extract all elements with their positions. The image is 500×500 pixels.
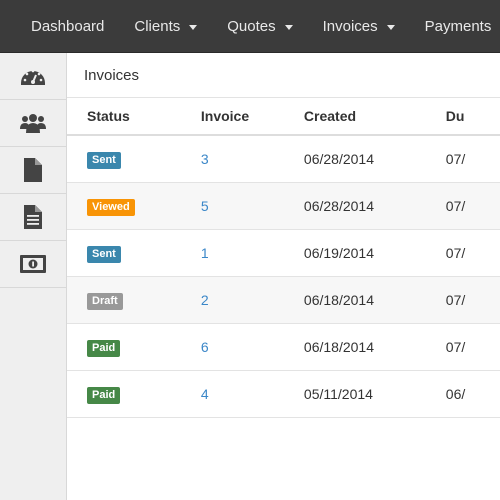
table-header: Status Invoice Created Du	[67, 98, 500, 136]
status-badge: Paid	[87, 339, 121, 357]
sidebar-item-dashboard[interactable]	[0, 53, 66, 100]
due-date: 07/	[445, 198, 466, 214]
invoice-number-link[interactable]: 6	[201, 339, 209, 355]
nav-invoices[interactable]: Invoices	[308, 0, 410, 52]
main-content: Invoices Status Invoice Created Du Sent …	[67, 53, 500, 500]
table-row[interactable]: Paid 6 06/18/2014 07/	[67, 324, 500, 371]
column-header-created[interactable]: Created	[304, 108, 446, 124]
top-navigation-bar: Dashboard Clients Quotes Invoices Paymen…	[0, 0, 500, 53]
chevron-down-icon	[386, 24, 395, 30]
created-date: 06/19/2014	[303, 245, 374, 261]
clients-users-icon	[20, 114, 46, 133]
payment-money-icon	[20, 255, 46, 273]
invoice-number-link[interactable]: 5	[201, 198, 209, 214]
invoice-number-link[interactable]: 3	[201, 151, 209, 167]
nav-invoices-label: Invoices	[322, 17, 378, 35]
status-badge: Viewed	[87, 198, 135, 216]
sidebar-item-invoices[interactable]	[0, 194, 66, 241]
status-badge: Sent	[87, 151, 121, 169]
due-date: 07/	[445, 151, 466, 167]
created-date: 05/11/2014	[303, 386, 373, 402]
nav-quotes-label: Quotes	[227, 17, 276, 35]
created-date: 06/28/2014	[303, 151, 374, 167]
due-date: 07/	[445, 245, 466, 261]
status-badge: Draft	[87, 292, 123, 310]
nav-dashboard[interactable]: Dashboard	[0, 0, 119, 52]
status-badge: Sent	[87, 245, 121, 263]
invoice-number-link[interactable]: 4	[201, 386, 209, 402]
nav-payments-label: Payments	[424, 17, 492, 35]
created-date: 06/18/2014	[303, 339, 374, 355]
status-badge: Paid	[87, 386, 121, 404]
due-date: 07/	[445, 292, 466, 308]
table-row[interactable]: Sent 1 06/19/2014 07/	[67, 230, 500, 277]
column-header-status[interactable]: Status	[67, 108, 201, 124]
dashboard-gauge-icon	[21, 69, 45, 85]
nav-dashboard-label: Dashboard	[31, 17, 105, 35]
invoice-number-link[interactable]: 1	[201, 245, 209, 261]
nav-quotes[interactable]: Quotes	[212, 0, 307, 52]
nav-clients[interactable]: Clients	[119, 0, 212, 52]
chevron-down-icon	[284, 24, 293, 30]
invoice-document-icon	[24, 205, 42, 229]
table-row[interactable]: Sent 3 06/28/2014 07/	[67, 136, 500, 183]
quote-file-icon	[24, 158, 42, 182]
column-header-invoice[interactable]: Invoice	[201, 108, 304, 124]
created-date: 06/28/2014	[303, 198, 374, 214]
sidebar-item-quotes[interactable]	[0, 147, 66, 194]
table-row[interactable]: Draft 2 06/18/2014 07/	[67, 277, 500, 324]
sidebar-item-clients[interactable]	[0, 100, 66, 147]
nav-clients-label: Clients	[134, 17, 181, 35]
invoice-number-link[interactable]: 2	[201, 292, 209, 308]
sidebar-item-payments[interactable]	[0, 241, 66, 288]
due-date: 06/	[445, 386, 466, 402]
nav-payments[interactable]: Payments	[410, 0, 500, 52]
column-header-due[interactable]: Du	[446, 108, 500, 124]
due-date: 07/	[445, 339, 466, 355]
sidebar	[0, 53, 67, 500]
page-title: Invoices	[67, 53, 500, 98]
created-date: 06/18/2014	[303, 292, 374, 308]
table-row[interactable]: Viewed 5 06/28/2014 07/	[67, 183, 500, 230]
table-row[interactable]: Paid 4 05/11/2014 06/	[67, 371, 500, 418]
chevron-down-icon	[189, 24, 198, 30]
